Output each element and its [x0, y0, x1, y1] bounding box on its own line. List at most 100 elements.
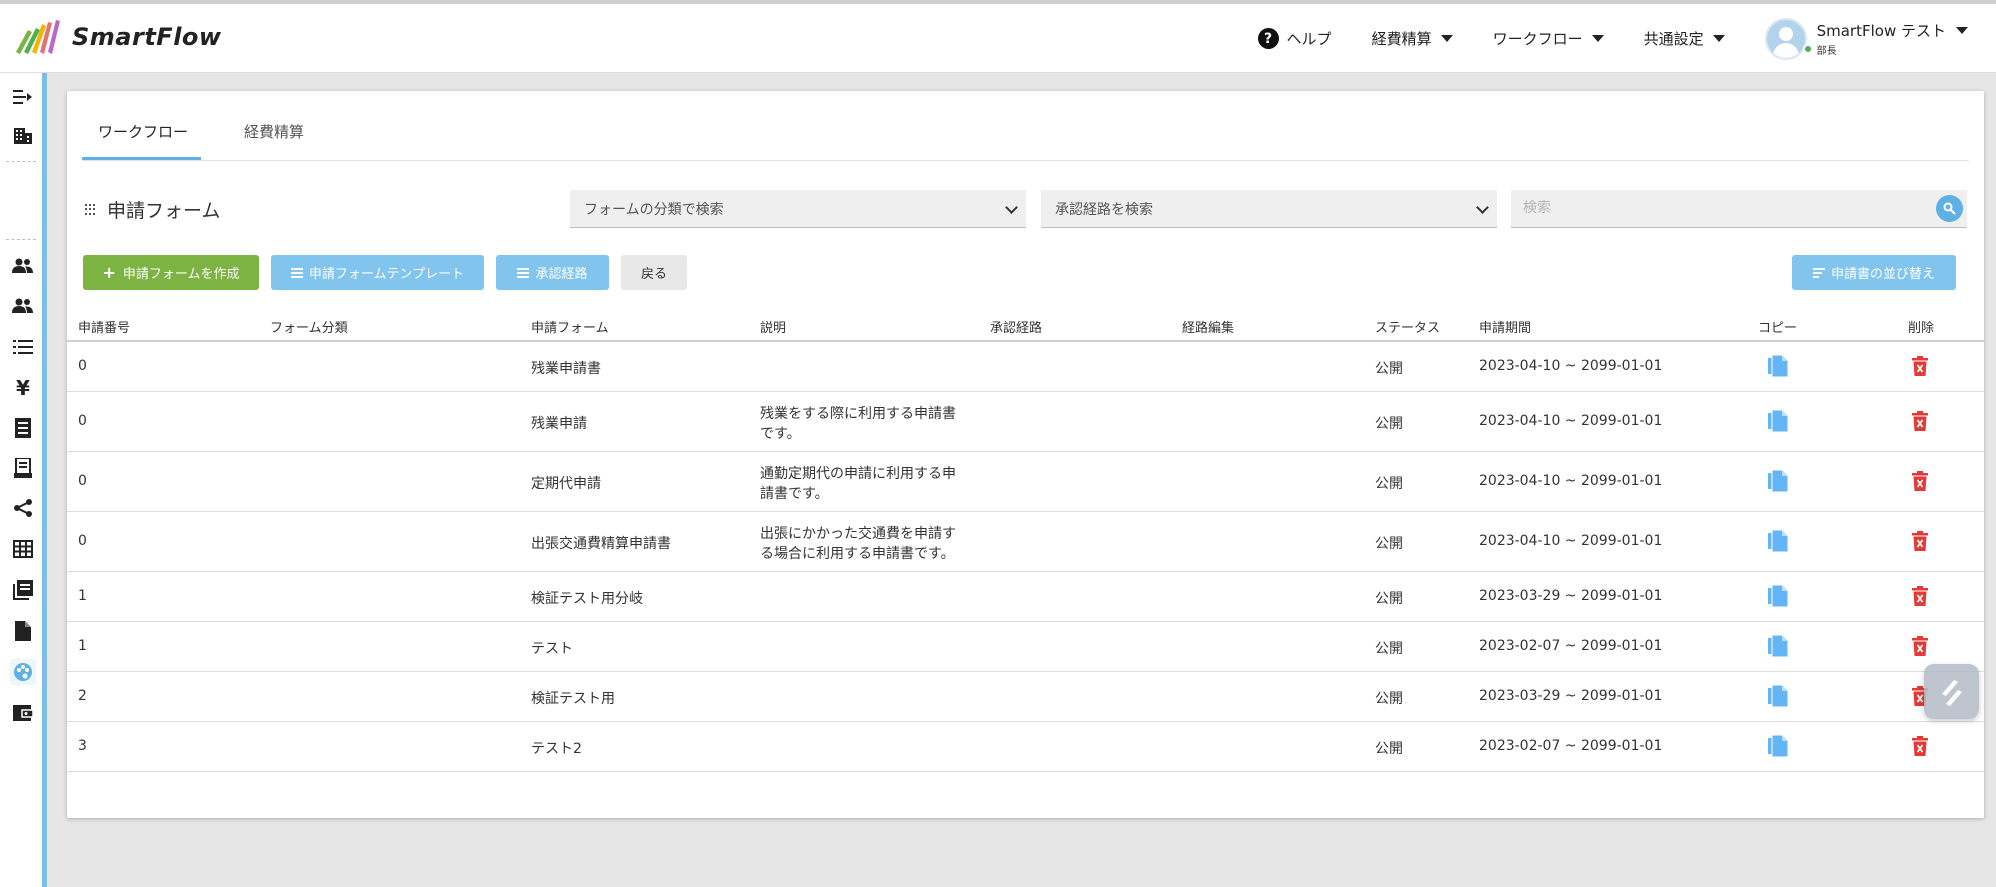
- list-icon: [517, 267, 530, 279]
- delete-icon[interactable]: [1912, 531, 1928, 555]
- copy-icon[interactable]: [1768, 734, 1789, 761]
- group-icon[interactable]: [10, 293, 36, 319]
- category-filter-select[interactable]: フォームの分類で検索: [570, 190, 1026, 228]
- cell-form-name[interactable]: 検証テスト用分岐: [531, 588, 643, 608]
- back-button[interactable]: 戻る: [621, 255, 687, 290]
- help-label: ヘルプ: [1286, 30, 1332, 48]
- delete-icon[interactable]: [1912, 586, 1928, 610]
- sidebar: ¥: [0, 73, 42, 887]
- form-template-label: 申請フォームテンプレート: [308, 267, 465, 282]
- delete-icon[interactable]: [1912, 471, 1928, 495]
- menu-expense[interactable]: 経費精算: [1372, 28, 1453, 49]
- cell-number: 0: [78, 413, 87, 429]
- menu-common-settings[interactable]: 共通設定: [1644, 28, 1725, 49]
- description-line: 通勤定期代の申請に利用する申: [760, 466, 956, 482]
- user-menu[interactable]: SmartFlow テスト 部長: [1764, 17, 1968, 60]
- table-row[interactable]: 0 定期代申請 通勤定期代の申請に利用する申 請書です。 公開 2023-04-10 ~ …: [67, 452, 1984, 512]
- delete-icon[interactable]: [1912, 736, 1928, 760]
- table-row[interactable]: 3 テスト2 公開 2023-02-07 ~ 2099-01-01: [67, 722, 1984, 772]
- search-input[interactable]: [1511, 190, 1911, 226]
- copy-icon[interactable]: [1768, 684, 1789, 711]
- page-title: 申請フォーム: [85, 196, 220, 223]
- copy-icon[interactable]: [1768, 409, 1789, 436]
- users-icon[interactable]: [10, 253, 36, 279]
- approval-route-button[interactable]: 承認経路: [496, 255, 609, 290]
- caret-down-icon: [1440, 35, 1453, 42]
- copy-icon[interactable]: [1768, 354, 1789, 381]
- header-copy: コピー: [1758, 321, 1798, 336]
- cell-form-name[interactable]: テスト2: [531, 738, 582, 758]
- cell-form-name[interactable]: 残業申請書: [531, 358, 601, 378]
- copy-icon[interactable]: [1768, 529, 1789, 556]
- table-icon[interactable]: [10, 536, 36, 562]
- top-header: SmartFlow ? ヘルプ 経費精算 ワークフロー 共通設定 SmartFl…: [0, 4, 1996, 73]
- wallet-icon[interactable]: [10, 700, 36, 726]
- route-filter-select[interactable]: 承認経路を検索: [1041, 190, 1497, 228]
- cell-period: 2023-04-10 ~ 2099-01-01: [1479, 413, 1663, 429]
- menu-workflow-label: ワークフロー: [1492, 30, 1583, 48]
- delete-icon[interactable]: [1912, 411, 1928, 435]
- palette-icon[interactable]: [10, 659, 36, 685]
- table-row[interactable]: 1 検証テスト用分岐 公開 2023-03-29 ~ 2099-01-01: [67, 572, 1984, 622]
- header-period[interactable]: 申請期間: [1479, 317, 1531, 336]
- table-row[interactable]: 2 検証テスト用 公開 2023-03-29 ~ 2099-01-01: [67, 672, 1984, 722]
- receipt-icon[interactable]: [10, 415, 36, 441]
- copy-icon[interactable]: [1768, 584, 1789, 611]
- sort-icon: [1812, 267, 1825, 279]
- create-form-button[interactable]: + 申請フォームを作成: [83, 255, 259, 290]
- drag-handle-icon: [85, 203, 97, 216]
- yen-icon[interactable]: ¥: [10, 375, 36, 401]
- description-line: 請書です。: [760, 486, 829, 502]
- tab-expense[interactable]: 経費精算: [244, 121, 304, 142]
- header-form[interactable]: 申請フォーム: [531, 317, 609, 336]
- header-route[interactable]: 承認経路: [990, 317, 1042, 336]
- cell-number: 0: [78, 473, 87, 489]
- delete-icon[interactable]: [1912, 356, 1928, 380]
- tab-workflow[interactable]: ワークフロー: [98, 121, 188, 142]
- cell-period: 2023-02-07 ~ 2099-01-01: [1479, 738, 1663, 754]
- document-list-icon[interactable]: [10, 455, 36, 481]
- search-button[interactable]: [1936, 195, 1963, 222]
- header-route-edit[interactable]: 経路編集: [1182, 317, 1234, 336]
- back-label: 戻る: [640, 267, 667, 282]
- sort-forms-label: 申請書の並び替え: [1830, 267, 1935, 282]
- expand-sidebar-icon[interactable]: [10, 84, 36, 110]
- cell-form-name[interactable]: テスト: [531, 638, 573, 658]
- copy-icon[interactable]: [1768, 634, 1789, 661]
- assistant-fab[interactable]: [1924, 664, 1979, 719]
- cell-form-name[interactable]: 残業申請: [531, 413, 587, 433]
- cell-form-name[interactable]: 定期代申請: [531, 473, 601, 493]
- app-logo[interactable]: SmartFlow: [14, 20, 222, 54]
- plus-icon: +: [102, 263, 116, 282]
- table-row[interactable]: 0 残業申請 残業をする際に利用する申請書 です。 公開 2023-04-10 ~ 209…: [67, 392, 1984, 452]
- list-icon[interactable]: [10, 334, 36, 360]
- table-row[interactable]: 0 残業申請書 公開 2023-04-10 ~ 2099-01-01: [67, 342, 1984, 392]
- sidebar-accent-strip: [42, 73, 47, 887]
- header-description[interactable]: 説明: [760, 317, 786, 336]
- building-icon[interactable]: [10, 122, 36, 148]
- form-template-button[interactable]: 申請フォームテンプレート: [271, 255, 484, 290]
- copy-icon[interactable]: [1768, 469, 1789, 496]
- route-filter-value: 承認経路を検索: [1055, 201, 1153, 218]
- cell-number: 2: [78, 688, 87, 704]
- cell-status: 公開: [1375, 361, 1403, 377]
- list-icon: [290, 267, 303, 279]
- create-form-label: 申請フォームを作成: [122, 267, 240, 282]
- header-status[interactable]: ステータス: [1375, 317, 1440, 336]
- sort-forms-button[interactable]: 申請書の並び替え: [1792, 255, 1956, 290]
- header-category[interactable]: フォーム分類: [270, 317, 348, 336]
- cell-form-name[interactable]: 検証テスト用: [531, 688, 615, 708]
- header-number[interactable]: 申請番号: [78, 317, 130, 336]
- help-link[interactable]: ? ヘルプ: [1257, 28, 1332, 49]
- delete-icon[interactable]: [1912, 636, 1928, 660]
- header-nav: ? ヘルプ 経費精算 ワークフロー 共通設定 SmartFlow テスト 部長: [1257, 4, 1996, 73]
- cell-form-name[interactable]: 出張交通費精算申請書: [531, 533, 671, 553]
- library-icon[interactable]: [10, 577, 36, 603]
- table-row[interactable]: 1 テスト 公開 2023-02-07 ~ 2099-01-01: [67, 622, 1984, 672]
- cell-description: 通勤定期代の申請に利用する申 請書です。: [760, 464, 970, 504]
- user-name: SmartFlow テスト: [1816, 22, 1946, 40]
- file-icon[interactable]: [10, 618, 36, 644]
- table-row[interactable]: 0 出張交通費精算申請書 出張にかかった交通費を申請す る場合に利用する申請書です。 公…: [67, 512, 1984, 572]
- share-icon[interactable]: [10, 495, 36, 521]
- menu-workflow[interactable]: ワークフロー: [1493, 28, 1604, 49]
